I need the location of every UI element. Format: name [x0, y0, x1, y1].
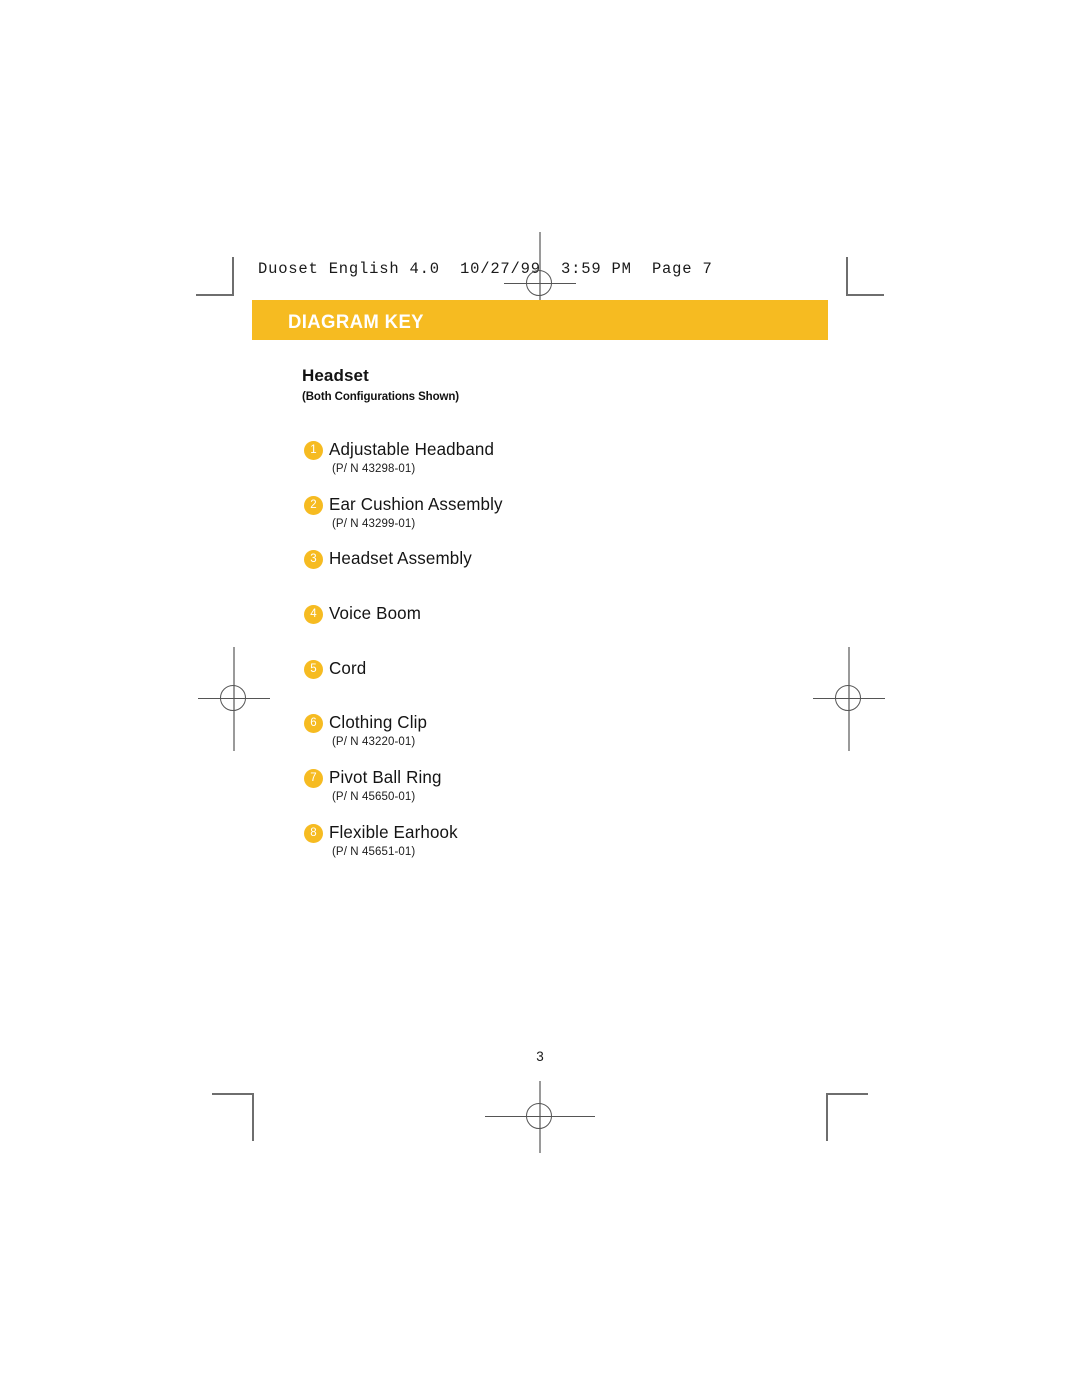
registration-circle	[526, 1103, 552, 1129]
registration-mark-left-middle	[198, 647, 270, 751]
part-number-badge: 2	[304, 495, 323, 515]
part-label: Flexible Earhook	[329, 821, 458, 842]
part-list-item: 3 Headset Assembly	[304, 548, 734, 604]
part-number-badge: 5	[304, 659, 323, 679]
part-reference-number: (P/ N 45651-01)	[332, 845, 416, 858]
registration-circle	[220, 685, 246, 711]
part-number-badge: 4	[304, 605, 323, 625]
page-sheet: Duoset English 4.0 10/27/99 3:59 PM Page…	[0, 0, 1080, 1397]
crop-mark-bottom-left-vertical	[252, 1093, 254, 1141]
crop-mark-top-right-horizontal	[846, 294, 884, 296]
part-label: Voice Boom	[329, 603, 422, 624]
part-reference-number: (P/ N 43299-01)	[332, 517, 416, 530]
registration-circle	[835, 685, 861, 711]
crop-mark-bottom-left-horizontal	[212, 1093, 254, 1095]
registration-circle	[526, 270, 552, 296]
crop-mark-bottom-right-vertical	[826, 1093, 828, 1141]
crop-mark-top-left-vertical	[232, 257, 234, 295]
part-reference-number: (P/ N 43220-01)	[332, 736, 416, 749]
part-reference-number: (P/ N 45650-01)	[332, 791, 416, 804]
section-heading: Headset	[302, 366, 369, 385]
section-subheading: (Both Configurations Shown)	[302, 391, 459, 403]
part-label: Headset Assembly	[329, 548, 472, 569]
registration-mark-bottom-center	[485, 1081, 595, 1153]
part-number-badge: 7	[304, 769, 323, 789]
part-label: Ear Cushion Assembly	[329, 493, 503, 514]
crop-mark-top-right-vertical	[846, 257, 848, 295]
part-list-item: 5 Cord	[304, 657, 734, 714]
print-slug-line: Duoset English 4.0 10/27/99 3:59 PM Page…	[258, 260, 713, 278]
part-number-badge: 8	[304, 823, 323, 843]
part-list-item: 2 Ear Cushion Assembly (P/ N 43299-01)	[304, 493, 734, 550]
page-number: 3	[536, 1049, 544, 1064]
part-list-item: 7 Pivot Ball Ring (P/ N 45650-01)	[304, 767, 734, 823]
part-list-item: 6 Clothing Clip (P/ N 43220-01)	[304, 712, 734, 768]
part-label: Clothing Clip	[329, 712, 428, 733]
banner-title: DIAGRAM KEY	[288, 311, 424, 333]
part-number-badge: 3	[304, 550, 323, 570]
crop-mark-bottom-right-horizontal	[826, 1093, 868, 1095]
part-list-item: 4 Voice Boom	[304, 603, 734, 659]
part-label: Cord	[329, 657, 367, 678]
registration-mark-right-middle	[813, 647, 885, 751]
crop-mark-top-left-horizontal	[196, 294, 234, 296]
part-label: Pivot Ball Ring	[329, 767, 442, 788]
part-list-item: 1 Adjustable Headband (P/ N 43298-01)	[304, 439, 734, 495]
diagram-key-banner: DIAGRAM KEY	[252, 300, 828, 340]
part-number-badge: 1	[304, 441, 323, 460]
part-list-item: 8 Flexible Earhook (P/ N 45651-01)	[304, 821, 734, 878]
part-reference-number: (P/ N 43298-01)	[332, 463, 416, 475]
parts-list: 1 Adjustable Headband (P/ N 43298-01) 2 Ear …	[304, 439, 734, 878]
part-number-badge: 6	[304, 714, 323, 734]
part-label: Adjustable Headband	[329, 439, 495, 459]
